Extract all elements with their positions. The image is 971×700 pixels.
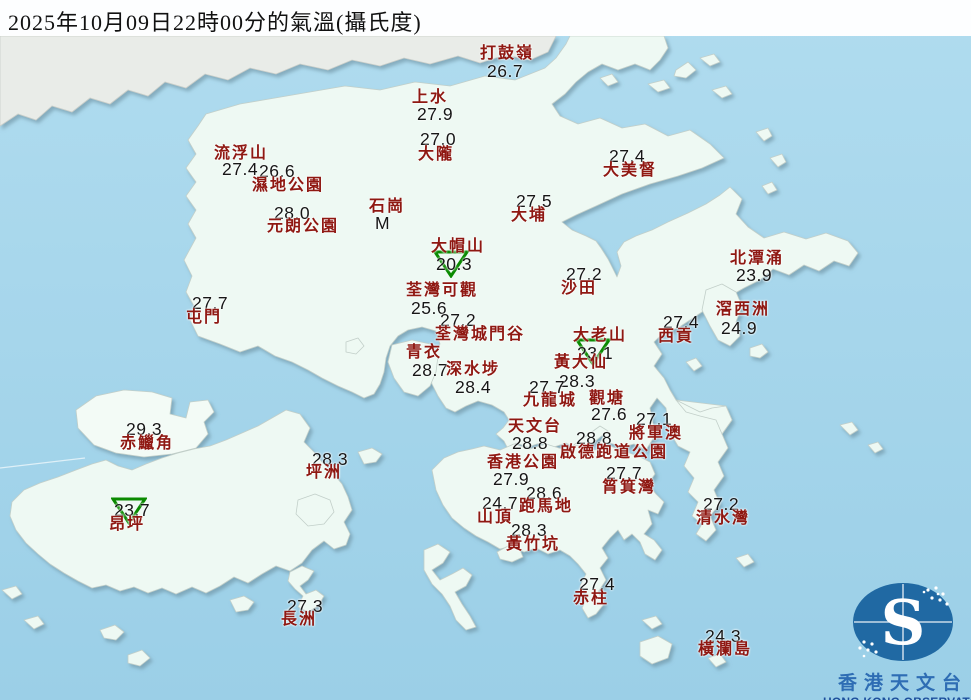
station-label: 大老山 xyxy=(573,328,627,344)
station-label: 流浮山 xyxy=(214,146,268,162)
station-label: 石崗 xyxy=(369,199,405,215)
station-label: 元朗公園 xyxy=(267,219,339,235)
station-label: 山頂 xyxy=(477,510,513,526)
page-title: 2025年10月09日22時00分的氣溫(攝氏度) xyxy=(8,5,422,37)
station-label: 西貢 xyxy=(658,329,694,345)
station-label: 香港公園 xyxy=(487,455,559,471)
station-label: 赤柱 xyxy=(573,591,609,607)
station-label: 大隴 xyxy=(418,147,454,163)
station-temp: 27.9 xyxy=(493,471,529,489)
station-label: 將軍澳 xyxy=(629,426,683,442)
hko-logo-name-en: HONG KONG OBSERVATORY xyxy=(823,695,971,700)
station-label: 荃灣城門谷 xyxy=(435,327,525,343)
station-label: 屯門 xyxy=(186,310,222,326)
station-label: 青衣 xyxy=(406,345,442,361)
station-label: 北潭涌 xyxy=(730,251,784,267)
station-label: 黃大仙 xyxy=(554,355,608,371)
hko-logo-name-zh: 香港天文台 xyxy=(823,668,971,695)
station-label: 跑馬地 xyxy=(519,499,573,515)
station-label: 昂坪 xyxy=(109,517,145,533)
station-temp: 26.7 xyxy=(487,63,523,81)
station-label: 啟德跑道公園 xyxy=(560,445,668,461)
station-temp: 23.9 xyxy=(736,267,772,285)
station-label: 天文台 xyxy=(508,419,562,435)
station-label: 坪洲 xyxy=(306,465,342,481)
station-label: 打鼓嶺 xyxy=(480,46,534,62)
station-label: 深水埗 xyxy=(446,362,500,378)
station-temp: 20.3 xyxy=(436,256,472,274)
station-label: 清水灣 xyxy=(696,511,750,527)
hko-logo-icon: S xyxy=(848,578,958,666)
station-label: 滘西洲 xyxy=(716,302,770,318)
station-label: 觀塘 xyxy=(589,391,625,407)
hko-logo: S 香港天文台 HONG KONG OBSERVATORY xyxy=(823,578,971,700)
station-label: 長洲 xyxy=(281,612,317,628)
station-temp: 27.4 xyxy=(222,161,258,179)
station-label: 沙田 xyxy=(561,281,597,297)
station-label: 大帽山 xyxy=(431,239,485,255)
station-label: 筲箕灣 xyxy=(602,480,656,496)
title-bar: 2025年10月09日22時00分的氣溫(攝氏度) xyxy=(0,0,971,36)
station-label: 黃竹坑 xyxy=(506,537,560,553)
station-label: 大埔 xyxy=(511,208,547,224)
station-temp: 27.9 xyxy=(417,106,453,124)
station-label: 濕地公園 xyxy=(252,178,324,194)
station-temp: 28.8 xyxy=(512,435,548,453)
station-label: 橫瀾島 xyxy=(698,642,752,658)
weather-map-screen: 2025年10月09日22時00分的氣溫(攝氏度) 26.7打鼓嶺27.9上水2… xyxy=(0,0,971,700)
svg-text:S: S xyxy=(881,586,926,659)
station-temp: 28.4 xyxy=(455,379,491,397)
station-label: 九龍城 xyxy=(523,393,577,409)
station-temp: 27.6 xyxy=(591,406,627,424)
station-temp: 24.9 xyxy=(721,320,757,338)
station-temp: M xyxy=(375,215,390,233)
station-label: 荃灣可觀 xyxy=(406,283,478,299)
station-label: 上水 xyxy=(412,90,448,106)
station-label: 大美督 xyxy=(603,163,657,179)
station-label: 赤鱲角 xyxy=(120,436,174,452)
station-temp: 28.7 xyxy=(412,362,448,380)
